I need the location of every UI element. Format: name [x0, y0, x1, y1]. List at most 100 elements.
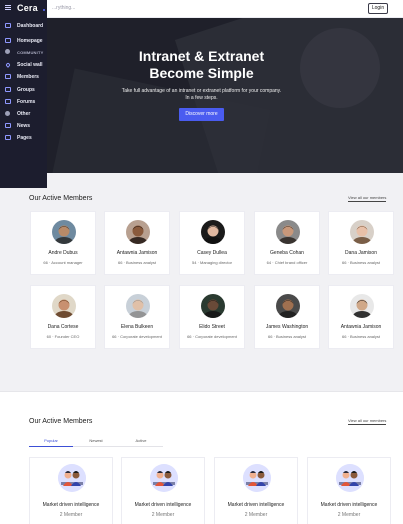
member-meta: 66 · Account manager [31, 260, 95, 265]
sidebar-item-dashboard[interactable]: Dashboard [5, 22, 47, 30]
group-name[interactable]: Market driven intelligence [215, 502, 297, 508]
sidebar-item-label: COMMUNITY [17, 50, 44, 55]
group-name[interactable]: Market driven intelligence [308, 502, 390, 508]
sidebar-item-label: Pages [17, 135, 32, 141]
member-role: Chief brand officer [274, 260, 308, 265]
avatar-portrait [54, 225, 74, 244]
group-avatar-icon[interactable] [58, 464, 86, 492]
member-name[interactable]: Antawnia Jamison [105, 250, 169, 256]
member-meta: 66 · Business analyst [255, 334, 319, 339]
tab-popular[interactable]: Popular [29, 438, 73, 443]
avatar[interactable] [350, 294, 374, 318]
member-card[interactable]: Antawnia Jamison 66 · Business analyst [328, 285, 394, 349]
member-role: Business analyst [350, 334, 381, 339]
member-role: Account manager [51, 260, 83, 265]
member-role: Founder CEO [54, 334, 80, 339]
sidebar-item-label: Forums [17, 99, 36, 105]
member-name[interactable]: Antawnia Jamison [329, 324, 393, 330]
group-name[interactable]: Market driven intelligence [30, 502, 112, 508]
member-card[interactable]: Andre Dubus 66 · Account manager [30, 211, 96, 275]
member-name[interactable]: Geneba Cohan [255, 250, 319, 256]
member-meta: 54 · Managing director [180, 260, 244, 265]
sidebar-item-label: Social wall [17, 62, 43, 68]
member-meta: 64 · Chief brand officer [255, 260, 319, 265]
group-card[interactable]: Market driven intelligence 2 Member [307, 457, 391, 524]
avatar[interactable] [201, 294, 225, 318]
avatar[interactable] [52, 294, 76, 318]
sidebar-item-members[interactable]: Members [5, 73, 47, 81]
sidebar-item-news[interactable]: News [5, 122, 47, 130]
hero-banner: Intranet & Extranet Become Simple Take f… [0, 18, 403, 173]
sidebar-item-label: Homepage [17, 38, 43, 44]
heart-icon [5, 62, 11, 68]
member-name[interactable]: Elena Bulkeen [105, 324, 169, 330]
brand-logo[interactable]: Cera [17, 3, 38, 13]
avatar-portrait [128, 299, 148, 318]
sidebar-item-homepage[interactable]: Homepage [5, 37, 47, 45]
member-role: Corporate development [120, 334, 162, 339]
avatar-portrait [203, 225, 223, 244]
avatar[interactable] [126, 294, 150, 318]
members-icon [5, 74, 11, 79]
avatar[interactable] [276, 294, 300, 318]
member-role: Managing director [199, 260, 233, 265]
sidebar-item-pages[interactable]: Pages [5, 134, 47, 142]
member-card[interactable]: Elido Street 66 · Corporate development [179, 285, 245, 349]
member-name[interactable]: Andre Dubus [31, 250, 95, 256]
avatar[interactable] [201, 220, 225, 244]
group-avatar-icon[interactable] [150, 464, 178, 492]
sidebar-item-social-wall[interactable]: Social wall [5, 61, 47, 69]
member-name[interactable]: Dana Cortese [31, 324, 95, 330]
member-card[interactable]: Elena Bulkeen 66 · Corporate development [104, 285, 170, 349]
avatar[interactable] [276, 220, 300, 244]
tab-newest[interactable]: Newest [74, 438, 118, 443]
sidebar: Cera Dashboard Homepage COMMUNITY Social wa… [0, 0, 47, 188]
active-tab-indicator [29, 446, 73, 447]
view-all-members-link[interactable]: View all our members [348, 195, 387, 202]
member-name[interactable]: Dana Jamison [329, 250, 393, 256]
member-name[interactable]: Casey Dullea [180, 250, 244, 256]
avatar-portrait [278, 225, 298, 244]
avatar[interactable] [126, 220, 150, 244]
member-card[interactable]: Casey Dullea 54 · Managing director [179, 211, 245, 275]
member-meta: 66 · Business analyst [329, 334, 393, 339]
login-button[interactable]: Login [368, 3, 388, 14]
sidebar-item-groups[interactable]: Groups [5, 86, 47, 94]
pages-icon [5, 135, 11, 140]
group-people-icon [336, 464, 364, 492]
member-role: Business analyst [350, 260, 381, 265]
avatar-portrait [54, 299, 74, 318]
sidebar-item-other[interactable]: Other [5, 110, 47, 118]
avatar[interactable] [350, 220, 374, 244]
member-card[interactable]: James Washington 66 · Business analyst [254, 285, 320, 349]
group-card[interactable]: Market driven intelligence 2 Member [29, 457, 113, 524]
view-all-groups-link[interactable]: View all our members [348, 418, 387, 425]
group-avatar-icon[interactable] [243, 464, 271, 492]
group-member-count: 2 Member [337, 512, 361, 518]
group-people-icon [58, 464, 86, 492]
member-name[interactable]: Elido Street [180, 324, 244, 330]
group-name[interactable]: Market driven intelligence [122, 502, 204, 508]
menu-icon[interactable] [5, 5, 11, 10]
member-card[interactable]: Dana Jamison 66 · Business analyst [328, 211, 394, 275]
tab-active[interactable]: Active [119, 438, 163, 443]
hero-title-line: Become Simple [149, 65, 254, 81]
sidebar-item-forums[interactable]: Forums [5, 98, 47, 106]
member-card[interactable]: Antawnia Jamison 66 · Business analyst [104, 211, 170, 275]
sidebar-item-community: COMMUNITY [5, 48, 47, 56]
member-name[interactable]: James Washington [255, 324, 319, 330]
dot-icon [5, 49, 10, 54]
member-card[interactable]: Geneba Cohan 64 · Chief brand officer [254, 211, 320, 275]
group-avatar-icon[interactable] [336, 464, 364, 492]
search-input[interactable]: ...rything... [52, 5, 75, 11]
group-card[interactable]: Market driven intelligence 2 Member [214, 457, 298, 524]
sidebar-item-label: News [17, 123, 31, 129]
group-card[interactable]: Market driven intelligence 2 Member [121, 457, 205, 524]
member-card[interactable]: Dana Cortese 60 · Founder CEO [30, 285, 96, 349]
avatar-portrait [128, 225, 148, 244]
avatar[interactable] [52, 220, 76, 244]
avatar-portrait [203, 299, 223, 318]
section-title: Our Active Members [29, 418, 93, 425]
discover-more-button[interactable]: Discover more [179, 108, 224, 121]
sidebar-item-label: Members [17, 74, 39, 80]
